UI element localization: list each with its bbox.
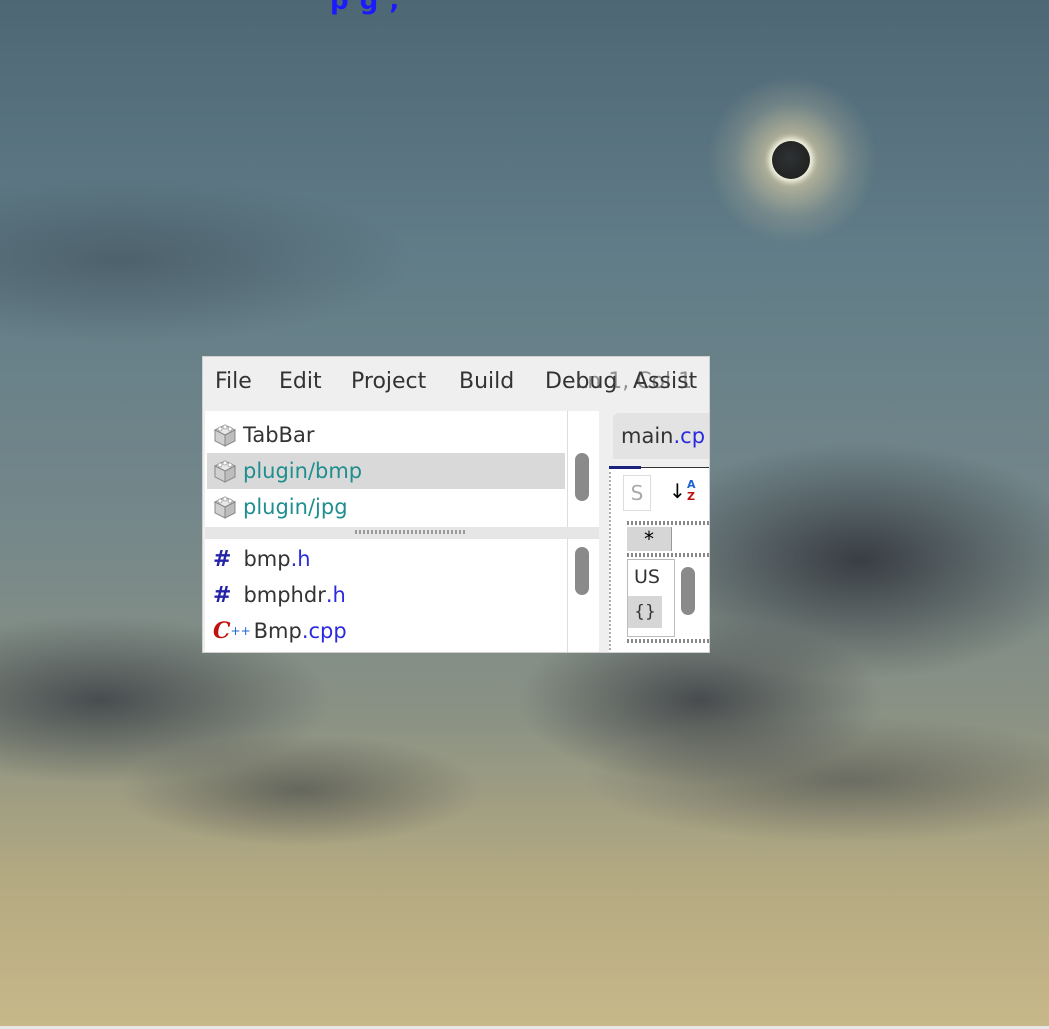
header-file-icon: # xyxy=(213,546,232,572)
package-label: TabBar xyxy=(243,423,315,447)
menu-project[interactable]: Project xyxy=(351,369,426,394)
file-name: bmp xyxy=(243,547,291,571)
sort-az-icon: AZ xyxy=(687,478,696,503)
file-name: Bmp xyxy=(253,619,302,643)
star-button[interactable]: * xyxy=(627,527,672,551)
package-scrollbar-thumb[interactable] xyxy=(575,453,589,501)
tab-ext: .cp xyxy=(673,424,706,448)
hatch-divider xyxy=(627,639,709,643)
menu-build[interactable]: Build xyxy=(459,369,514,394)
navigator-search-input[interactable]: S xyxy=(623,475,651,511)
package-item[interactable]: plugin/jpg xyxy=(207,489,565,525)
cpp-plus-icon: ++ xyxy=(230,624,251,638)
vertical-splitter[interactable] xyxy=(599,411,609,652)
clipped-header-text: p g , xyxy=(330,0,401,16)
package-item-selected[interactable]: plugin/bmp xyxy=(207,453,565,489)
package-list: TabBar plugin/bmp plugin/jpg xyxy=(205,411,600,527)
cpp-file-icon: C xyxy=(213,618,231,644)
file-ext: .h xyxy=(290,547,311,571)
scroll-track-line xyxy=(567,411,568,527)
tab-label: main xyxy=(621,424,674,448)
ide-window: File Edit Project Build Debug Assist Ln … xyxy=(202,356,710,653)
file-scrollbar-thumb[interactable] xyxy=(575,547,589,595)
package-label: plugin/bmp xyxy=(243,459,363,483)
splitter-grip xyxy=(355,530,465,534)
file-ext: .cpp xyxy=(301,619,347,643)
navigator-list: US {} xyxy=(627,559,675,637)
file-name: bmphdr xyxy=(243,583,326,607)
editor-area: main .cp S ↓ AZ * US {} xyxy=(609,411,709,652)
file-item[interactable]: # bmp .h xyxy=(209,541,311,577)
hatch-divider xyxy=(627,521,709,525)
horizontal-splitter[interactable] xyxy=(205,527,599,539)
header-file-icon: # xyxy=(213,582,232,608)
file-item[interactable]: # bmphdr .h xyxy=(209,577,346,613)
file-ext: .h xyxy=(325,583,346,607)
file-item[interactable]: C ++ Bmp .cpp xyxy=(209,613,347,649)
tab-main-cpp[interactable]: main .cp xyxy=(613,413,709,459)
menu-bar: File Edit Project Build Debug Assist Ln … xyxy=(203,357,709,411)
menu-file[interactable]: File xyxy=(215,369,252,394)
package-icon xyxy=(213,496,237,519)
scroll-track-line xyxy=(567,539,568,652)
navigator-item-label: US xyxy=(634,566,660,588)
eclipse-sun xyxy=(772,141,810,179)
scope-icon: {} xyxy=(628,596,662,628)
menu-edit[interactable]: Edit xyxy=(279,369,322,394)
status-overlay: Ln 1, Col 1 xyxy=(575,369,693,394)
hatch-divider xyxy=(627,553,709,557)
package-icon xyxy=(213,460,237,483)
package-label: plugin/jpg xyxy=(243,495,348,519)
active-tab-indicator xyxy=(609,466,641,469)
navigator-scrollbar-thumb[interactable] xyxy=(681,567,695,615)
file-list: # bmp .h # bmphdr .h C ++ Bmp .cpp xyxy=(205,539,599,652)
package-icon xyxy=(213,424,237,447)
package-item[interactable]: TabBar xyxy=(207,417,565,453)
